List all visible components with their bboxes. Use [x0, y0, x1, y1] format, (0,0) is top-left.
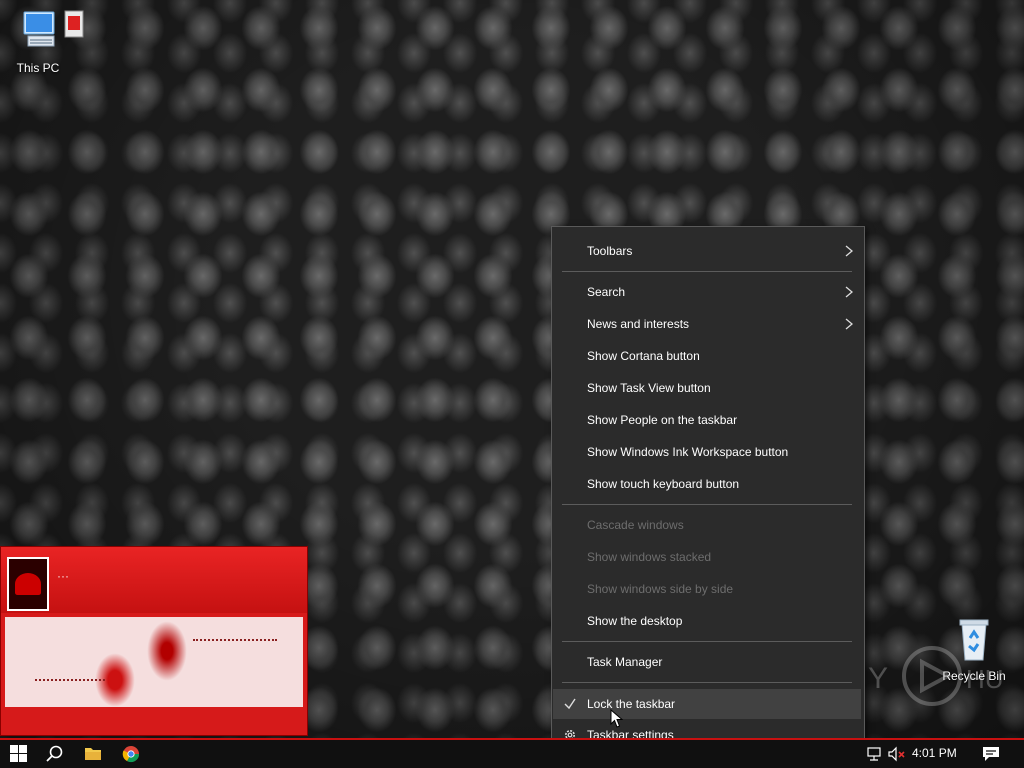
mouse-cursor	[610, 709, 624, 728]
menu-separator	[562, 504, 852, 505]
this-pc-label: This PC	[16, 61, 60, 75]
start-icon	[10, 745, 27, 762]
menu-separator	[562, 641, 852, 642]
notification-preview-thumbnail[interactable]: ···	[0, 546, 308, 736]
volume-muted-icon[interactable]	[888, 746, 906, 762]
search-button[interactable]	[36, 740, 74, 768]
menu-item-show-task-view[interactable]: Show Task View button	[553, 376, 861, 400]
svg-text:Y: Y	[868, 662, 888, 695]
avatar	[7, 557, 49, 611]
menu-item-label: Show touch keyboard button	[587, 477, 740, 491]
menu-item-label: Show windows stacked	[587, 550, 712, 564]
menu-separator	[562, 271, 852, 272]
menu-item-label: News and interests	[587, 317, 690, 331]
menu-item-label: Show windows side by side	[587, 582, 734, 596]
splash-graphic	[147, 621, 187, 681]
menu-item-lock-taskbar[interactable]: Lock the taskbar	[553, 689, 861, 719]
file-explorer-icon	[85, 748, 101, 760]
chevron-right-icon	[845, 286, 853, 298]
menu-item-news-and-interests[interactable]: News and interests	[553, 312, 861, 336]
menu-item-label: Toolbars	[587, 244, 633, 258]
menu-item-windows-side-by-side: Show windows side by side	[553, 577, 861, 601]
menu-item-label: Cascade windows	[587, 518, 684, 532]
search-icon	[46, 745, 63, 762]
menu-item-show-people[interactable]: Show People on the taskbar	[553, 408, 861, 432]
watermark-logo: Y HU	[868, 646, 1004, 706]
menu-item-show-ink-workspace[interactable]: Show Windows Ink Workspace button	[553, 440, 861, 464]
desktop[interactable]: This PC Recycle Bin ··· Y HU	[0, 0, 1024, 738]
checkmark-icon	[564, 698, 576, 710]
menu-item-show-touch-keyboard[interactable]: Show touch keyboard button	[553, 472, 861, 496]
svg-text:HU: HU	[966, 664, 1004, 694]
clock-time[interactable]: 4:01 PM	[912, 746, 957, 760]
chrome-button[interactable]	[112, 740, 150, 768]
chevron-right-icon	[845, 245, 853, 257]
menu-item-show-desktop[interactable]: Show the desktop	[553, 609, 861, 633]
blurred-text-graphic	[35, 669, 105, 681]
network-icon[interactable]	[866, 746, 882, 762]
menu-item-task-manager[interactable]: Task Manager	[553, 650, 861, 674]
start-button[interactable]	[0, 740, 38, 768]
menu-item-label: Show Cortana button	[587, 349, 700, 363]
notification-icon[interactable]	[982, 746, 1000, 762]
thumbnail-body	[5, 617, 303, 707]
chrome-icon	[122, 746, 140, 763]
menu-item-show-cortana[interactable]: Show Cortana button	[553, 344, 861, 368]
menu-item-search[interactable]: Search	[553, 280, 861, 304]
file-icon[interactable]	[64, 10, 84, 38]
blurred-text-graphic	[193, 627, 277, 641]
menu-separator	[562, 682, 852, 683]
menu-item-toolbars[interactable]: Toolbars	[553, 239, 861, 263]
menu-item-label: Show Windows Ink Workspace button	[587, 445, 789, 459]
menu-item-windows-stacked: Show windows stacked	[553, 545, 861, 569]
computer-icon	[23, 11, 55, 47]
taskbar-context-menu: Toolbars Search News and interests Show …	[551, 226, 865, 760]
menu-item-label: Show Task View button	[587, 381, 711, 395]
chevron-right-icon	[845, 318, 853, 330]
menu-item-label: Search	[587, 285, 626, 299]
menu-item-label: Show People on the taskbar	[587, 413, 738, 427]
thumbnail-title-graphic: ···	[57, 569, 69, 583]
file-explorer-button[interactable]	[74, 740, 112, 768]
menu-item-label: Show the desktop	[587, 614, 683, 628]
menu-item-label: Lock the taskbar	[587, 697, 676, 711]
taskbar[interactable]: 4:01 PM	[0, 738, 1024, 768]
thumbnail-header: ···	[1, 547, 307, 613]
menu-item-cascade-windows: Cascade windows	[553, 513, 861, 537]
menu-item-label: Task Manager	[587, 655, 663, 669]
